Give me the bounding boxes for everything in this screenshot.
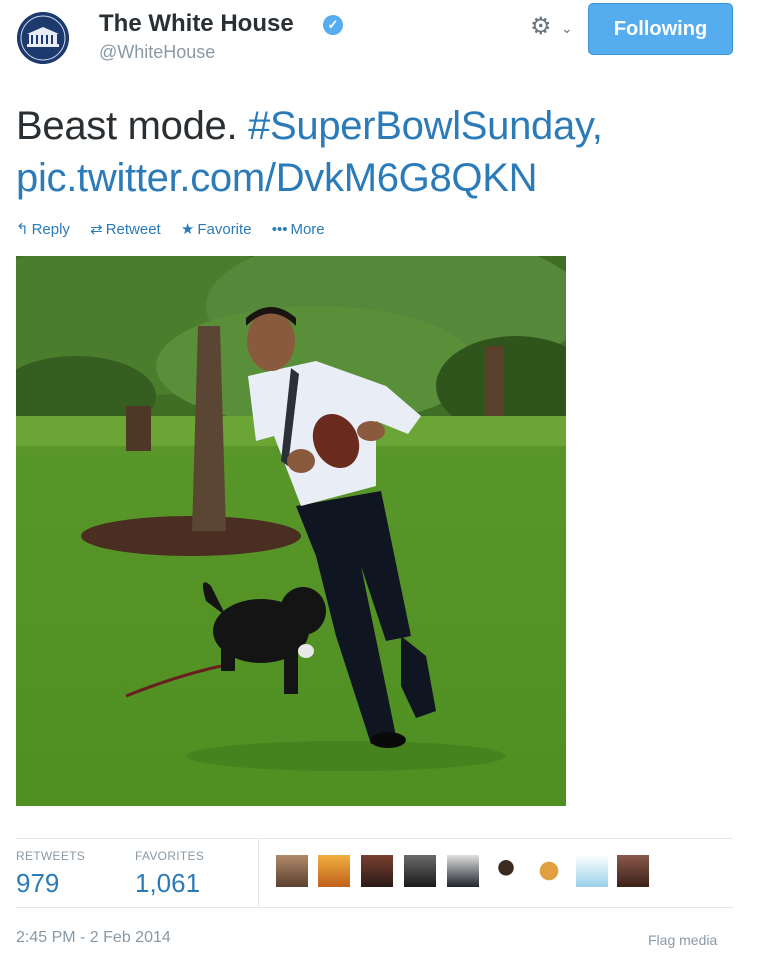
tweet-actions: ↰ Reply ⇄ Retweet ★ Favorite ••• More <box>16 220 341 238</box>
star-icon: ★ <box>180 221 195 238</box>
favoriter-avatar[interactable] <box>490 855 522 887</box>
hashtag-link[interactable]: #SuperBowlSunday <box>248 104 592 148</box>
reply-label: Reply <box>31 221 70 238</box>
more-button[interactable]: ••• More <box>272 221 325 238</box>
avatar[interactable] <box>17 12 69 64</box>
favoriter-avatar[interactable] <box>617 855 649 887</box>
favorite-button[interactable]: ★ Favorite <box>181 221 252 238</box>
retweet-icon: ⇄ <box>90 221 103 238</box>
favoriter-avatar[interactable] <box>276 855 308 887</box>
favoriter-avatar[interactable] <box>404 855 436 887</box>
reply-icon: ↰ <box>16 221 29 238</box>
divider <box>16 838 733 839</box>
following-button[interactable]: Following <box>588 3 733 55</box>
retweet-label: Retweet <box>105 221 161 238</box>
media-link[interactable]: pic.twitter.com/DvkM6G8QKN <box>16 156 538 200</box>
favoriter-avatar[interactable] <box>318 855 350 887</box>
user-handle[interactable]: @WhiteHouse <box>99 42 215 63</box>
retweets-count[interactable]: 979 <box>16 868 59 899</box>
favoriter-avatar[interactable] <box>447 855 479 887</box>
tweet-timestamp[interactable]: 2:45 PM - 2 Feb 2014 <box>16 929 171 947</box>
tweet-photo[interactable] <box>16 256 566 806</box>
favoriter-avatar[interactable] <box>576 855 608 887</box>
favorites-count[interactable]: 1,061 <box>135 868 200 899</box>
favorite-label: Favorite <box>197 221 252 238</box>
divider <box>16 907 733 908</box>
more-dots-icon: ••• <box>271 221 288 238</box>
chevron-down-icon[interactable]: ⌄ <box>561 20 573 37</box>
favoriter-avatar[interactable] <box>533 855 565 887</box>
tweet-text: Beast mode. #SuperBowlSunday, pic.twitter… <box>16 100 716 204</box>
reply-button[interactable]: ↰ Reply <box>16 221 70 238</box>
display-name[interactable]: The White House <box>99 10 294 38</box>
verified-badge-icon: ✓ <box>323 15 343 35</box>
favoriter-avatar[interactable] <box>361 855 393 887</box>
flag-media-link[interactable]: Flag media <box>648 932 717 948</box>
tweet-comma: , <box>591 104 603 148</box>
retweets-label: RETWEETS <box>16 849 86 863</box>
retweet-button[interactable]: ⇄ Retweet <box>90 221 161 238</box>
more-label: More <box>290 221 325 238</box>
favorites-label: FAVORITES <box>135 849 205 863</box>
gear-icon[interactable]: ⚙ <box>530 14 552 40</box>
divider <box>258 838 259 907</box>
tweet-text-plain: Beast mode. <box>16 104 249 148</box>
